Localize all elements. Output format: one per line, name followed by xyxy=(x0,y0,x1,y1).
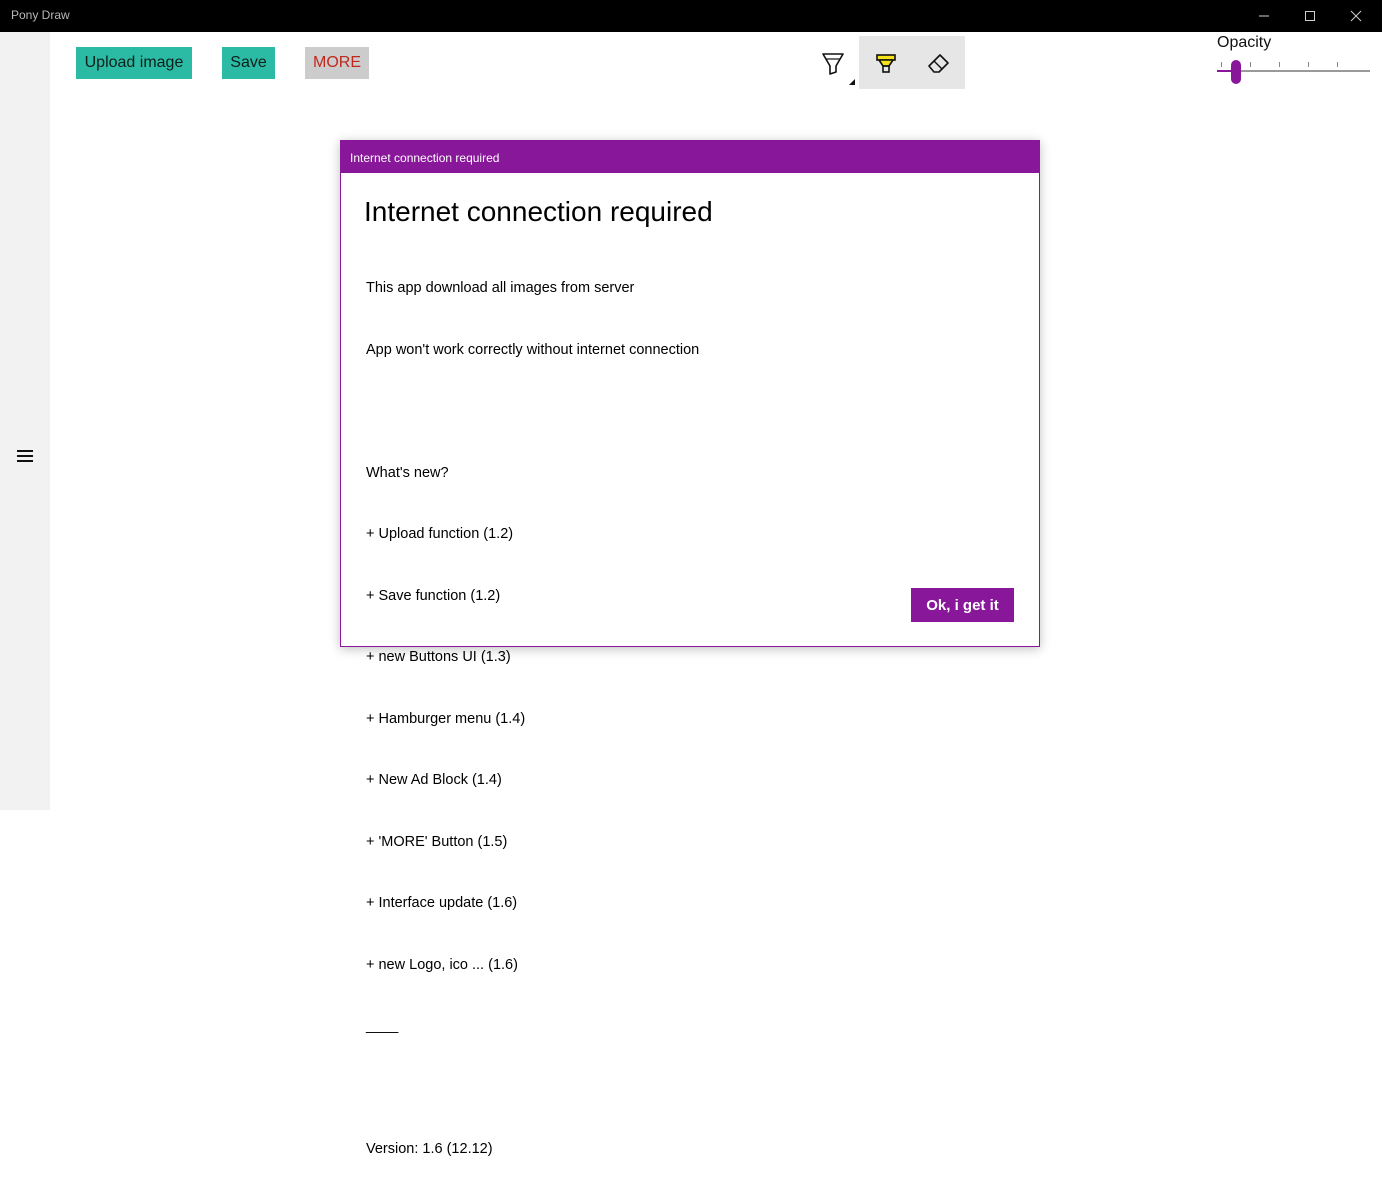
dialog-line: Version: 1.6 (12.12) xyxy=(366,1141,493,1157)
opacity-label: Opacity xyxy=(1217,34,1272,51)
minimize-icon xyxy=(1259,15,1269,17)
close-icon xyxy=(1350,10,1362,22)
window-title: Pony Draw xyxy=(11,8,70,22)
dialog-line: ____ xyxy=(366,1018,399,1034)
dialog-line: + 'MORE' Button (1.5) xyxy=(366,833,508,850)
dialog-line: App won't work correctly without interne… xyxy=(366,341,700,358)
slider-tick xyxy=(1337,62,1338,67)
slider-tick xyxy=(1279,62,1280,67)
dialog-line: + Save function (1.2) xyxy=(366,587,501,604)
slider-tick xyxy=(1308,62,1309,67)
close-button[interactable] xyxy=(1333,0,1379,32)
slider-tick xyxy=(1221,62,1222,67)
dialog-line xyxy=(366,401,699,422)
ok-button[interactable]: Ok, i get it xyxy=(911,588,1014,622)
dialog-line: + Interface update (1.6) xyxy=(366,895,518,911)
hamburger-menu-icon[interactable] xyxy=(17,450,33,462)
dialog-line: + New Ad Block (1.4) xyxy=(366,772,502,788)
dialog-line: + Upload function (1.2) xyxy=(366,526,514,542)
more-button[interactable]: MORE xyxy=(305,47,369,79)
maximize-button[interactable] xyxy=(1287,0,1333,32)
upload-image-button[interactable]: Upload image xyxy=(76,47,192,79)
highlighter-tool-button[interactable] xyxy=(859,36,912,89)
save-button[interactable]: Save xyxy=(222,47,275,79)
dialog-line: What's new? xyxy=(366,464,449,481)
dialog-body: This app download all images from server… xyxy=(366,237,699,1201)
dialog-header: Internet connection required xyxy=(341,141,1039,173)
eraser-tool-button[interactable] xyxy=(912,36,965,89)
maximize-icon xyxy=(1305,11,1315,21)
title-bar: Pony Draw xyxy=(0,0,1382,32)
dialog-line: This app download all images from server xyxy=(366,280,635,296)
sidebar xyxy=(0,32,50,810)
info-dialog: Internet connection required Internet co… xyxy=(340,140,1040,1157)
pen-icon xyxy=(821,52,844,75)
dialog-title: Internet connection required xyxy=(364,196,713,227)
slider-tick xyxy=(1250,62,1251,67)
eraser-icon xyxy=(927,53,949,73)
dialog-line: + Hamburger menu (1.4) xyxy=(366,710,526,727)
dialog-header-title: Internet connection required xyxy=(350,151,500,165)
dialog-line: + new Buttons UI (1.3) xyxy=(366,649,511,665)
dialog-line: + new Logo, ico ... (1.6) xyxy=(366,956,518,973)
opacity-slider-thumb[interactable] xyxy=(1231,60,1241,84)
highlighter-icon xyxy=(875,53,896,73)
minimize-button[interactable] xyxy=(1241,0,1287,32)
pen-options-caret-icon[interactable] xyxy=(849,79,855,85)
dialog-line xyxy=(366,1078,699,1099)
